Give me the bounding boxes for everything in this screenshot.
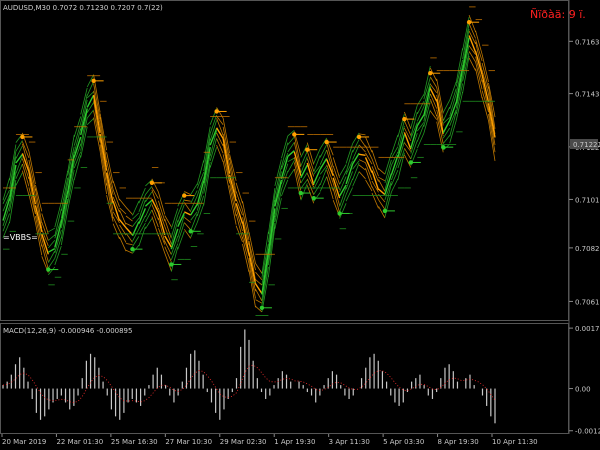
price-segment: [365, 136, 373, 153]
time-tick-label: 8 Apr 19:30: [438, 438, 479, 446]
time-tick-label: 10 Apr 11:30: [492, 438, 538, 446]
price-segment: [352, 171, 360, 187]
price-segment: [184, 199, 191, 202]
price-segment: [358, 159, 366, 164]
macd-tick-label: 0.00: [575, 386, 591, 394]
price-segment: [378, 176, 386, 182]
price-axis-labels: 0.71635 0.71430 0.71221 0.71015 0.70825 0.706…: [569, 38, 600, 306]
signal-label: Ñïðàä: 9 ï.: [530, 8, 586, 21]
price-tick-label: 0.71430: [575, 91, 600, 99]
time-axis-labels: 20 Mar 2019 22 Mar 01:30 25 Mar 16:30 27 Ma…: [1, 434, 538, 446]
price-segment: [86, 118, 94, 125]
trading-chart[interactable]: 0.71635 0.71430 0.71221 0.71015 0.70825 0.706…: [0, 0, 600, 450]
price-segment: [132, 236, 140, 247]
current-price-label: 0.71221: [573, 141, 600, 149]
price-segment: [339, 203, 347, 219]
price-segment: [184, 222, 191, 231]
price-segment: [313, 148, 321, 164]
price-segment: [319, 176, 328, 192]
price-segment: [378, 168, 386, 175]
price-segment: [416, 133, 425, 149]
price-segment: [345, 187, 353, 202]
price-segment: [183, 211, 192, 216]
time-tick-label: 25 Mar 16:30: [111, 438, 158, 446]
price-segment: [47, 239, 56, 249]
price-tick-label: 0.70615: [575, 298, 600, 306]
vbbs-label: =VBBS=: [3, 233, 38, 242]
time-tick-label: 5 Apr 03:30: [383, 438, 424, 446]
price-segment: [164, 246, 172, 263]
price-segment: [339, 164, 347, 176]
price-segment: [15, 140, 23, 152]
price-segment: [365, 145, 373, 160]
price-segment: [287, 157, 295, 163]
macd-panel-frame: [0, 323, 569, 434]
main-chart-title: AUDUSD,M30 0.7072 0.71230 0.7207 0.7(22): [3, 4, 163, 12]
price-segment: [429, 110, 438, 120]
price-segment: [255, 263, 263, 274]
price-segment: [442, 100, 451, 113]
time-tick-label: 1 Apr 19:30: [274, 438, 315, 446]
price-segment: [48, 234, 56, 241]
price-segment: [15, 172, 23, 186]
price-tick-label: 0.71015: [575, 196, 600, 204]
price-segment: [391, 134, 399, 155]
price-segment: [358, 171, 366, 180]
price-segment: [358, 144, 366, 153]
price-series-lines: [2, 6, 496, 316]
price-segment: [216, 132, 224, 147]
price-segment: [391, 178, 399, 193]
time-tick-label: 3 Apr 11:30: [329, 438, 370, 446]
price-tick-label: 0.71635: [575, 38, 600, 46]
price-segment: [287, 150, 295, 157]
price-segment: [125, 243, 133, 245]
macd-title: MACD(12,26,9) -0.000946 -0.000895: [3, 327, 132, 335]
price-segment: [254, 283, 263, 294]
price-segment: [138, 226, 146, 247]
price-segment: [138, 187, 146, 204]
price-tick-label: 0.70825: [575, 245, 600, 253]
price-segment: [184, 216, 191, 223]
price-segment: [48, 227, 55, 233]
price-segment: [359, 133, 366, 136]
price-segment: [47, 247, 56, 253]
price-segment: [47, 258, 56, 269]
price-segment: [358, 153, 366, 156]
time-tick-label: 20 Mar 2019: [2, 438, 46, 446]
price-segment: [164, 253, 172, 271]
price-segment: [125, 223, 133, 227]
time-tick-label: 22 Mar 01:30: [56, 438, 103, 446]
time-tick-label: 27 Mar 10:30: [165, 438, 212, 446]
macd-histogram: [2, 329, 496, 424]
price-segment: [164, 241, 172, 255]
price-segment: [255, 271, 263, 281]
price-segment: [125, 215, 133, 222]
price-segment: [313, 168, 321, 185]
price-segment: [313, 183, 321, 195]
price-segment: [442, 106, 451, 122]
price-segment: [86, 81, 94, 96]
price-segment: [125, 207, 133, 215]
price-segment: [151, 178, 159, 193]
price-segment: [183, 202, 192, 212]
macd-tick-label: 0.001739: [575, 325, 600, 333]
price-segment: [119, 236, 127, 252]
price-segment: [216, 144, 224, 163]
price-segment: [429, 88, 438, 102]
price-segment: [339, 170, 347, 185]
price-segment: [119, 198, 127, 208]
price-segment: [255, 299, 263, 304]
price-segment: [358, 164, 366, 171]
price-segment: [112, 223, 120, 240]
price-segment: [119, 230, 127, 243]
macd-axis-labels: 0.001739 0.00 -0.001214: [569, 325, 600, 436]
macd-tick-label: -0.001214: [575, 428, 600, 436]
price-segment: [216, 138, 224, 154]
time-tick-label: 29 Mar 02:30: [220, 438, 267, 446]
price-segment: [119, 209, 127, 225]
price-segment: [47, 250, 56, 263]
